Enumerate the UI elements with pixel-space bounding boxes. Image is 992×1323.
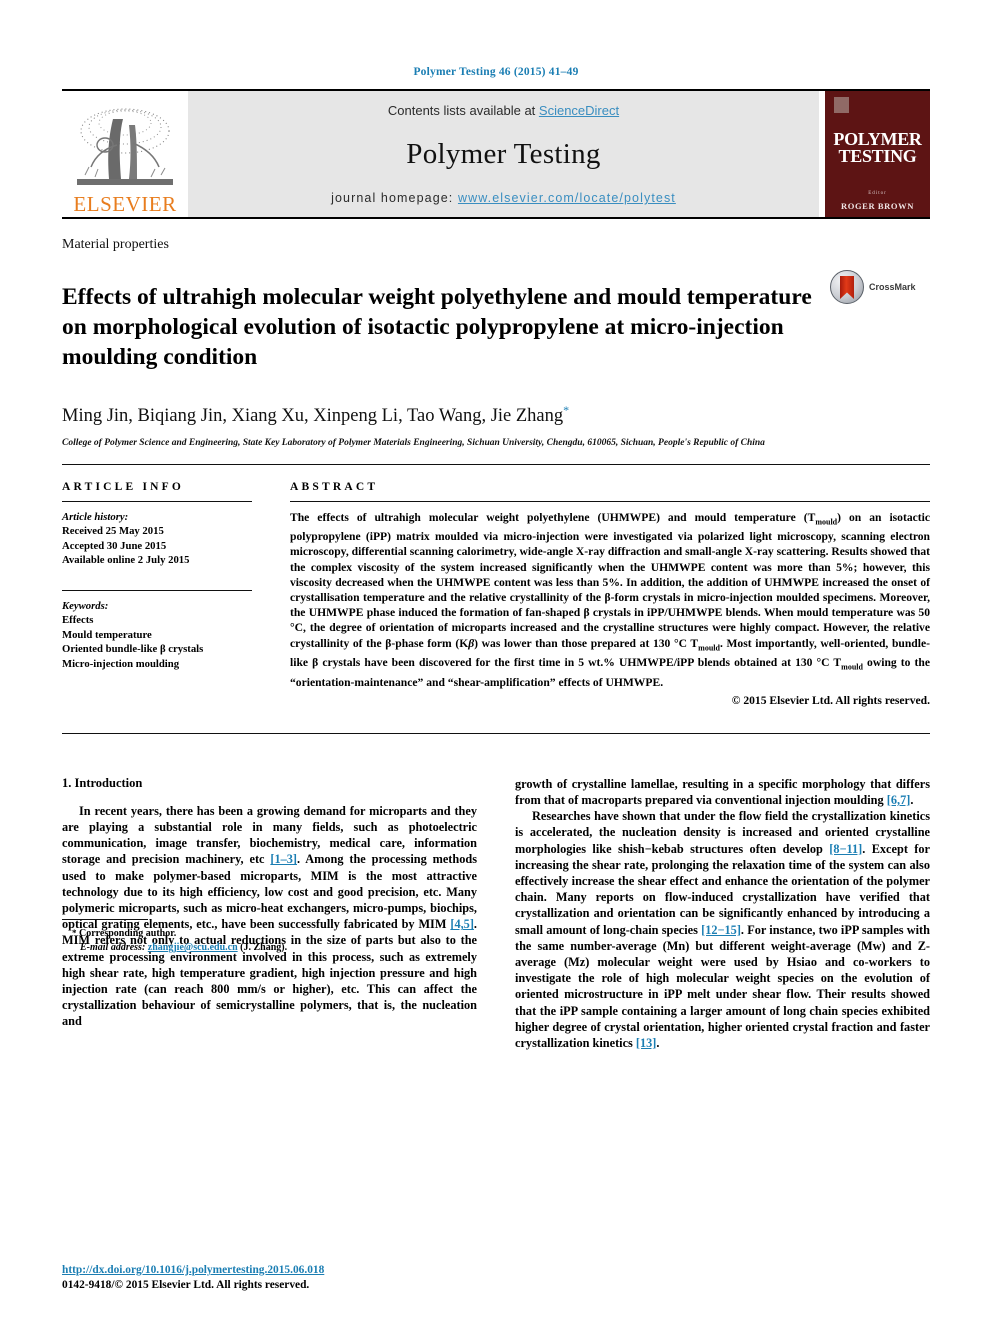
- corresponding-author-footnote: * Corresponding author. E-mail address: …: [62, 919, 477, 955]
- article-info-rule: [62, 500, 252, 502]
- citation-ref-1-3[interactable]: [1–3]: [270, 852, 297, 866]
- body-left-column: 1. Introduction In recent years, there h…: [62, 776, 477, 1051]
- masthead-bottom-rule: [62, 217, 930, 219]
- intro-right-seg-2: .: [910, 793, 914, 807]
- elsevier-wordmark: ELSEVIER: [73, 192, 177, 216]
- article-history-label: Article history:: [62, 510, 129, 523]
- footnote-email-suffix: (J. Zhang).: [240, 942, 288, 954]
- intro-paragraph-right-2: Researches have shown that under the flo…: [515, 808, 930, 1051]
- paper-page: Polymer Testing 46 (2015) 41–49 ELSEVIER…: [0, 0, 992, 1323]
- intro-paragraph-left: In recent years, there has been a growin…: [62, 803, 477, 1030]
- abstract-heading: ABSTRACT: [290, 480, 379, 493]
- footnote-email-line: E-mail address: zhangjie@scu.edu.cn (J. …: [62, 941, 477, 955]
- keywords-rule: [62, 589, 252, 591]
- article-info-column: ARTICLE INFO Article history: Received 2…: [62, 481, 290, 707]
- intro-right-seg-1: growth of crystalline lamellae, resultin…: [515, 776, 930, 807]
- article-history-online: Available online 2 July 2015: [62, 554, 190, 567]
- abstract-sub-1: mould: [815, 516, 838, 526]
- footnote-email-label: E-mail address:: [80, 942, 146, 954]
- contents-prefix: Contents lists available at: [387, 103, 539, 118]
- corresponding-author-marker[interactable]: *: [563, 403, 569, 417]
- abstract-column: ABSTRACT The effects of ultrahigh molecu…: [290, 481, 930, 707]
- abstract-rule: [290, 500, 930, 502]
- page-title: Effects of ultrahigh molecular weight po…: [62, 283, 812, 370]
- author-list: Ming Jin, Biqiang Jin, Xiang Xu, Xinpeng…: [62, 403, 930, 427]
- abstract-copyright: © 2015 Elsevier Ltd. All rights reserved…: [731, 693, 930, 707]
- footnote-rule: [62, 919, 148, 921]
- citation-ref-13[interactable]: [13]: [636, 1036, 657, 1050]
- abstract-sub-3: mould: [841, 662, 863, 672]
- sciencedirect-link[interactable]: ScienceDirect: [539, 103, 619, 118]
- abstract-bottom-rule: [62, 732, 930, 734]
- keywords-label: Keywords:: [62, 599, 109, 612]
- citation-ref-8-11[interactable]: [8−11]: [829, 842, 862, 856]
- homepage-prefix: journal homepage:: [331, 191, 458, 205]
- keyword-item: Oriented bundle-like β crystals: [62, 643, 204, 656]
- journal-homepage-line: journal homepage: www.elsevier.com/locat…: [331, 191, 676, 205]
- footnote-corresponding-text: Corresponding author.: [79, 928, 177, 940]
- intro-right2-seg-3: . For instance, two iPP samples with the…: [515, 922, 930, 1051]
- cover-editor-name: ROGER BROWN: [841, 201, 914, 211]
- doi-link[interactable]: http://dx.doi.org/10.1016/j.polymertesti…: [62, 1264, 324, 1276]
- info-top-rule: [62, 463, 930, 465]
- cover-title-line-2: TESTING: [838, 146, 917, 166]
- elsevier-tree-icon: [73, 105, 177, 193]
- issn-copyright: 0142-9418/© 2015 Elsevier Ltd. All right…: [62, 1279, 310, 1291]
- intro-right2-seg-4: .: [656, 1036, 660, 1051]
- running-head: Polymer Testing 46 (2015) 41–49: [413, 66, 579, 78]
- abstract-seg-3: ) was lower than those prepared at 130 °…: [474, 636, 699, 650]
- keyword-item: Effects: [62, 614, 94, 627]
- article-info-heading: ARTICLE INFO: [62, 480, 185, 493]
- crossmark-icon: [830, 270, 864, 304]
- journal-title: Polymer Testing: [406, 138, 601, 170]
- subject-section-label: Material properties: [62, 237, 169, 252]
- cover-elsevier-mini-icon: [834, 97, 849, 113]
- affiliation: College of Polymer Science and Engineeri…: [62, 437, 765, 448]
- keyword-item: Mould temperature: [62, 628, 152, 641]
- citation-ref-6-7[interactable]: [6,7]: [887, 793, 911, 807]
- footer-doi-block: http://dx.doi.org/10.1016/j.polymertesti…: [62, 1260, 482, 1293]
- cover-title: POLYMER TESTING: [833, 130, 922, 166]
- masthead-center: Contents lists available at ScienceDirec…: [188, 91, 819, 217]
- footnote-star: *: [72, 928, 77, 939]
- body-columns: 1. Introduction In recent years, there h…: [62, 776, 930, 1051]
- abstract-seg-1: The effects of ultrahigh molecular weigh…: [290, 510, 816, 524]
- title-row: Effects of ultrahigh molecular weight po…: [62, 266, 930, 387]
- introduction-heading: 1. Introduction: [62, 775, 143, 790]
- journal-homepage-link[interactable]: www.elsevier.com/locate/polytest: [458, 191, 676, 205]
- footnote-email-link[interactable]: zhangjie@scu.edu.cn: [148, 942, 238, 953]
- journal-cover-thumbnail: POLYMER TESTING Editor ROGER BROWN: [825, 91, 930, 217]
- contents-lists-line: Contents lists available at ScienceDirec…: [388, 103, 619, 118]
- info-abstract-row: ARTICLE INFO Article history: Received 2…: [62, 481, 930, 707]
- author-names: Ming Jin, Biqiang Jin, Xiang Xu, Xinpeng…: [62, 406, 564, 427]
- crossmark-label: CrossMark: [869, 282, 916, 292]
- elsevier-logo: ELSEVIER: [62, 91, 188, 217]
- crossmark-badge[interactable]: CrossMark: [830, 266, 930, 304]
- abstract-text: The effects of ultrahigh molecular weigh…: [290, 510, 930, 690]
- footnote-corresponding: * Corresponding author.: [62, 926, 477, 941]
- body-right-column: growth of crystalline lamellae, resultin…: [515, 776, 930, 1051]
- citation-ref-12-15[interactable]: [12−15]: [701, 923, 741, 937]
- intro-paragraph-right-1: growth of crystalline lamellae, resultin…: [515, 776, 930, 808]
- abstract-sub-2: mould: [698, 642, 720, 652]
- abstract-seg-2: ) on an isotactic polypropylene (iPP) ma…: [290, 510, 931, 650]
- keyword-item: Micro-injection moulding: [62, 657, 180, 670]
- cover-editor-label: Editor: [868, 191, 887, 196]
- article-history-received: Received 25 May 2015: [62, 525, 164, 538]
- article-history-accepted: Accepted 30 June 2015: [62, 539, 167, 552]
- journal-masthead: ELSEVIER Contents lists available at Sci…: [62, 91, 930, 217]
